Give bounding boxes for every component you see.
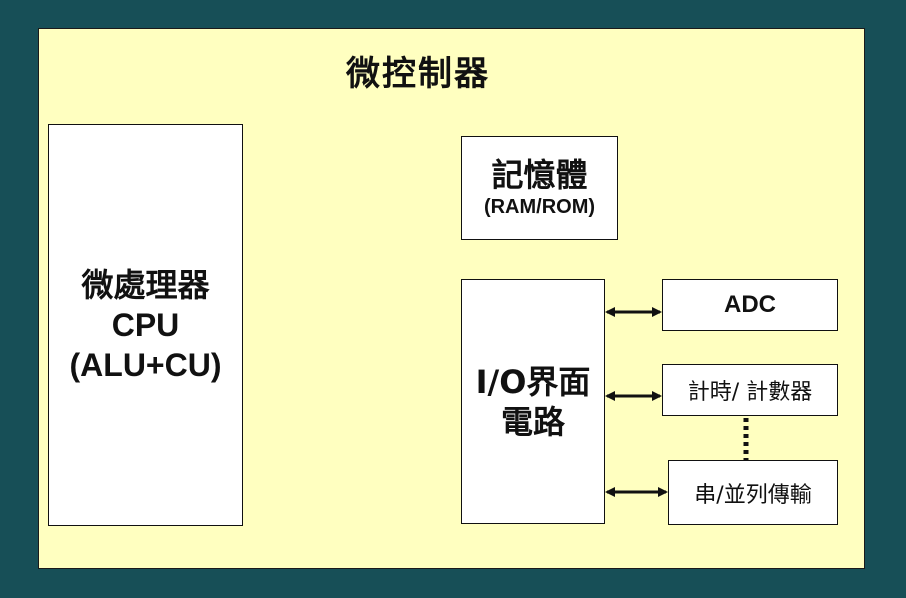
diagram-title: 微控制器 [346,54,490,94]
cpu-label-line2: CPU [111,307,180,343]
cpu-label-line1: 微處理器 [81,266,210,304]
timer-counter-label: 計時/ 計數器 [687,380,813,405]
serial-parallel-label: 串/並列傳輸 [694,482,812,508]
io-label-line1: I/O界面 [475,362,591,401]
adc-label: ADC [724,291,776,318]
memory-type-label: (RAM/ROM) [483,196,596,218]
cpu-label-line3: (ALU+CU) [69,347,222,383]
io-interface-box: I/O界面 電路 [461,279,605,524]
cpu-box: 微處理器 CPU (ALU+CU) [48,124,243,526]
memory-label: 記憶體 [491,156,588,194]
io-label-line2: 電路 [500,402,565,441]
timer-counter-box: 計時/ 計數器 [662,364,838,416]
adc-box: ADC [662,279,838,331]
memory-box: 記憶體 (RAM/ROM) [461,136,618,240]
serial-parallel-box: 串/並列傳輸 [668,460,838,525]
